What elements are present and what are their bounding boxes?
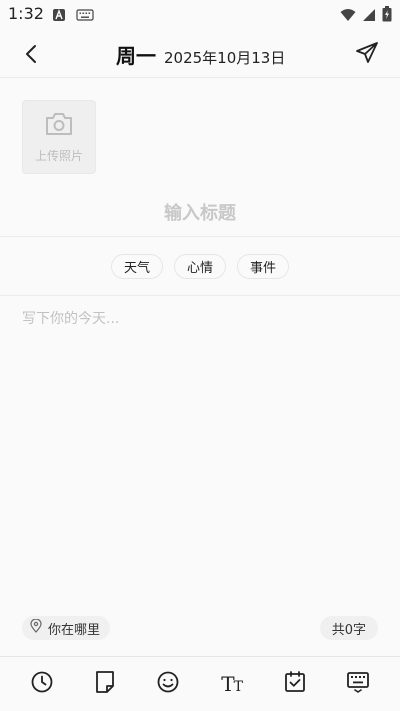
divider	[0, 236, 400, 237]
status-right-icons	[340, 6, 392, 26]
text-format-button[interactable]: TT	[218, 670, 246, 698]
tag-weather[interactable]: 天气	[110, 254, 163, 279]
camera-icon	[44, 111, 74, 141]
paper-plane-icon	[354, 42, 380, 70]
chevron-left-icon	[18, 45, 46, 72]
text-format-icon: TT	[221, 672, 243, 696]
wifi-icon	[340, 7, 356, 26]
tag-event[interactable]: 事件	[237, 254, 290, 279]
a-badge-icon	[52, 7, 66, 26]
note-icon	[94, 670, 116, 698]
calendar-check-icon	[284, 670, 306, 698]
header: 周一 2025年10月13日	[0, 28, 400, 78]
calendar-button[interactable]	[281, 670, 309, 698]
title-input[interactable]	[0, 190, 400, 236]
word-count: 共0字	[319, 616, 378, 640]
page-title: 周一 2025年10月13日	[116, 40, 285, 69]
divider	[0, 295, 400, 296]
location-label: 你在哪里	[48, 622, 101, 638]
tag-row: 天气 心情 事件	[0, 254, 400, 279]
content-input[interactable]	[22, 308, 378, 598]
weekday-label: 周一	[116, 44, 156, 68]
status-bar: 1:32	[0, 0, 400, 28]
text-format-glyph: T	[221, 672, 234, 696]
keyboard-icon	[346, 670, 370, 698]
bottom-toolbar: TT	[0, 656, 400, 711]
date-label: 2025年10月13日	[164, 49, 286, 67]
clock-icon	[30, 670, 54, 698]
battery-charging-icon	[382, 6, 392, 26]
upload-photo-button[interactable]: 上传照片	[22, 100, 96, 174]
time-button[interactable]	[28, 670, 56, 698]
back-button[interactable]	[18, 40, 46, 68]
signal-icon	[362, 7, 376, 26]
tag-mood[interactable]: 心情	[173, 254, 226, 279]
keyboard-toggle-button[interactable]	[344, 670, 372, 698]
emoji-button[interactable]	[154, 670, 182, 698]
location-button[interactable]: 你在哪里	[22, 616, 111, 640]
keyboard-icon	[76, 7, 94, 26]
note-button[interactable]	[91, 670, 119, 698]
send-button[interactable]	[354, 40, 380, 66]
location-pin-icon	[30, 618, 42, 637]
status-left-icons	[52, 7, 94, 26]
text-format-glyph-small: T	[233, 679, 243, 695]
upload-photo-label: 上传照片	[34, 148, 83, 163]
smiley-icon	[156, 670, 180, 698]
status-time: 1:32	[8, 4, 44, 23]
